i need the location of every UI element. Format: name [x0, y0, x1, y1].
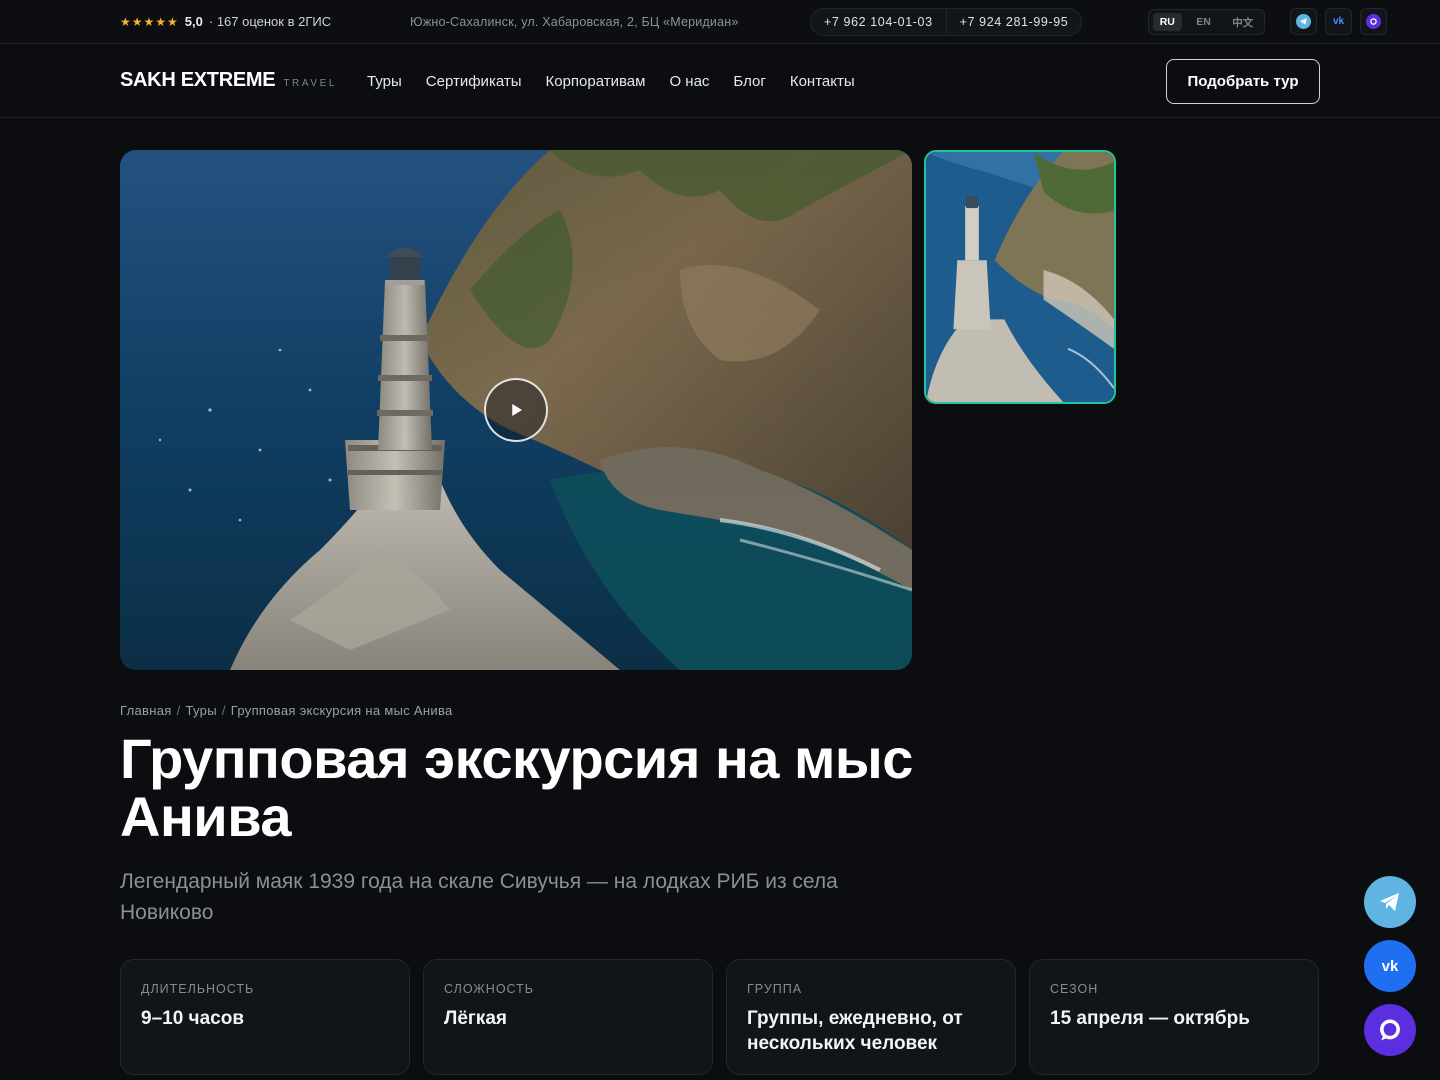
- vk-icon: vk: [1381, 957, 1399, 975]
- floating-max-button[interactable]: [1364, 1004, 1416, 1056]
- lang-en[interactable]: EN: [1189, 13, 1218, 31]
- telegram-icon: [1380, 893, 1399, 911]
- max-messenger-icon: [1366, 14, 1381, 29]
- phone-group: +7 962 104-01-03 +7 924 281-99-95: [810, 8, 1083, 36]
- rating[interactable]: ★★★★★ 5,0 · 167 оценок в 2ГИС: [120, 14, 331, 29]
- card-value: 9–10 часов: [141, 1008, 244, 1029]
- rating-count: · 167 оценок в 2ГИС: [208, 14, 332, 29]
- address: Южно-Сахалинск, ул. Хабаровская, 2, БЦ «…: [410, 15, 739, 29]
- logo-sub: TRAVEL: [283, 78, 338, 89]
- top-bar: ★★★★★ 5,0 · 167 оценок в 2ГИС Южно-Сахал…: [0, 0, 1440, 44]
- floating-telegram-button[interactable]: [1364, 876, 1416, 928]
- tour-info-cards: Длительность 9–10 часов Сложность Лёгкая…: [120, 959, 1319, 1075]
- nav-item-certificates[interactable]: Сертификаты: [426, 73, 522, 90]
- nav-menu: Туры Сертификаты Корпоративам О нас Блог…: [367, 73, 855, 90]
- page-subtitle: Легендарный маяк 1939 года на скале Сиву…: [120, 870, 838, 924]
- media-thumbnail[interactable]: [924, 150, 1116, 404]
- info-card-duration: Длительность 9–10 часов: [120, 959, 410, 1075]
- vk-link[interactable]: vk: [1325, 8, 1352, 35]
- nav-item-blog[interactable]: Блог: [733, 73, 765, 90]
- phone-link-1[interactable]: +7 962 104-01-03: [811, 9, 946, 35]
- breadcrumb-separator: /: [176, 703, 181, 718]
- lang-zh[interactable]: 中文: [1225, 12, 1260, 33]
- breadcrumb-separator: /: [221, 703, 226, 718]
- page-title: Групповая экскурсия на мыс Анива: [120, 727, 913, 848]
- pick-tour-button[interactable]: Подобрать тур: [1166, 59, 1320, 104]
- card-value: Лёгкая: [444, 1008, 507, 1029]
- nav-item-corporate[interactable]: Корпоративам: [546, 73, 646, 90]
- card-label: Сложность: [444, 982, 535, 996]
- card-label: Сезон: [1050, 982, 1099, 996]
- breadcrumb-tours[interactable]: Туры: [186, 703, 217, 718]
- logo[interactable]: SAKH EXTREME TRAVEL: [120, 69, 337, 92]
- main-nav: SAKH EXTREME TRAVEL Туры Сертификаты Кор…: [0, 44, 1440, 118]
- lang-ru[interactable]: RU: [1152, 13, 1182, 31]
- max-messenger-link[interactable]: [1360, 8, 1387, 35]
- card-value: Группы, ежедневно, от нескольких человек: [747, 1008, 963, 1054]
- breadcrumb-current: Групповая экскурсия на мыс Анива: [230, 703, 453, 718]
- play-icon: [512, 404, 522, 416]
- social-links-top: vk: [1290, 8, 1387, 35]
- telegram-link[interactable]: [1290, 8, 1317, 35]
- play-button[interactable]: [484, 378, 548, 442]
- info-card-season: Сезон 15 апреля — октябрь: [1029, 959, 1319, 1075]
- phone-link-2[interactable]: +7 924 281-99-95: [945, 9, 1082, 35]
- nav-item-about[interactable]: О нас: [669, 73, 709, 90]
- rating-stars-icon: ★★★★★: [120, 14, 179, 29]
- floating-vk-button[interactable]: vk: [1364, 940, 1416, 992]
- card-label: Длительность: [141, 982, 255, 996]
- card-label: Группа: [747, 982, 803, 996]
- info-card-difficulty: Сложность Лёгкая: [423, 959, 713, 1075]
- card-value: 15 апреля — октябрь: [1050, 1008, 1250, 1029]
- thumbnail-image: [926, 152, 1114, 402]
- telegram-icon: [1296, 14, 1311, 29]
- max-messenger-icon: [1380, 1019, 1400, 1041]
- breadcrumb-home[interactable]: Главная: [120, 703, 172, 718]
- rating-score: 5,0: [184, 14, 203, 29]
- language-switcher: RU EN 中文: [1148, 9, 1265, 35]
- vk-icon: vk: [1332, 16, 1345, 27]
- breadcrumb: Главная / Туры / Групповая экскурсия на …: [120, 703, 453, 718]
- hero-video[interactable]: [120, 150, 912, 670]
- logo-main: SAKH EXTREME: [120, 69, 276, 91]
- nav-item-tours[interactable]: Туры: [367, 73, 402, 90]
- nav-item-contacts[interactable]: Контакты: [790, 73, 855, 90]
- info-card-group: Группа Группы, ежедневно, от нескольких …: [726, 959, 1016, 1075]
